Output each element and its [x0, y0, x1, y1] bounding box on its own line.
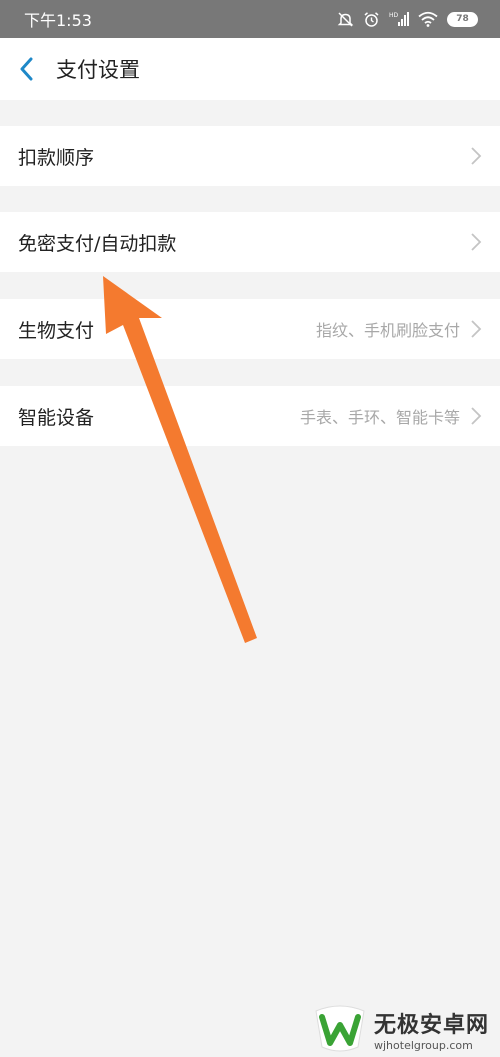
settings-item-label: 生物支付 — [18, 319, 95, 342]
settings-item-label: 智能设备 — [18, 406, 95, 429]
nav-bar: 支付设置 — [0, 38, 500, 100]
chevron-right-icon — [471, 320, 482, 338]
chevron-right-icon — [471, 233, 482, 251]
status-bar: 下午1:53 HD 78 — [0, 0, 500, 38]
status-icons: HD 78 — [337, 11, 478, 28]
settings-item-deduction-order[interactable]: 扣款顺序 — [0, 126, 500, 186]
watermark-title: 无极安卓网 — [374, 1013, 490, 1038]
settings-item-password-free-payment[interactable]: 免密支付/自动扣款 — [0, 212, 500, 272]
watermark: 无极安卓网 wjhotelgroup.com — [312, 1002, 500, 1057]
status-time: 下午1:53 — [24, 11, 92, 30]
back-button[interactable] — [0, 38, 52, 100]
page-title: 支付设置 — [56, 58, 140, 82]
chevron-right-icon — [471, 147, 482, 165]
watermark-url: wjhotelgroup.com — [374, 1039, 473, 1052]
settings-item-value: 手表、手环、智能卡等 — [299, 408, 460, 427]
settings-item-label: 免密支付/自动扣款 — [18, 232, 177, 255]
svg-text:HD: HD — [389, 12, 399, 19]
settings-item-label: 扣款顺序 — [18, 146, 95, 169]
bell-muted-icon — [337, 11, 354, 28]
wifi-icon — [418, 11, 438, 27]
settings-item-biometric-payment[interactable]: 生物支付 指纹、手机刷脸支付 — [0, 299, 500, 359]
battery-icon: 78 — [447, 11, 478, 27]
back-arrow-icon — [20, 57, 33, 81]
alarm-clock-icon — [363, 11, 380, 28]
signal-icon: HD — [389, 11, 409, 27]
settings-item-smart-devices[interactable]: 智能设备 手表、手环、智能卡等 — [0, 386, 500, 446]
watermark-logo-icon — [315, 1005, 365, 1051]
settings-item-value: 指纹、手机刷脸支付 — [315, 321, 460, 340]
watermark-text: 无极安卓网 wjhotelgroup.com — [374, 1007, 489, 1052]
chevron-right-icon — [471, 407, 482, 425]
